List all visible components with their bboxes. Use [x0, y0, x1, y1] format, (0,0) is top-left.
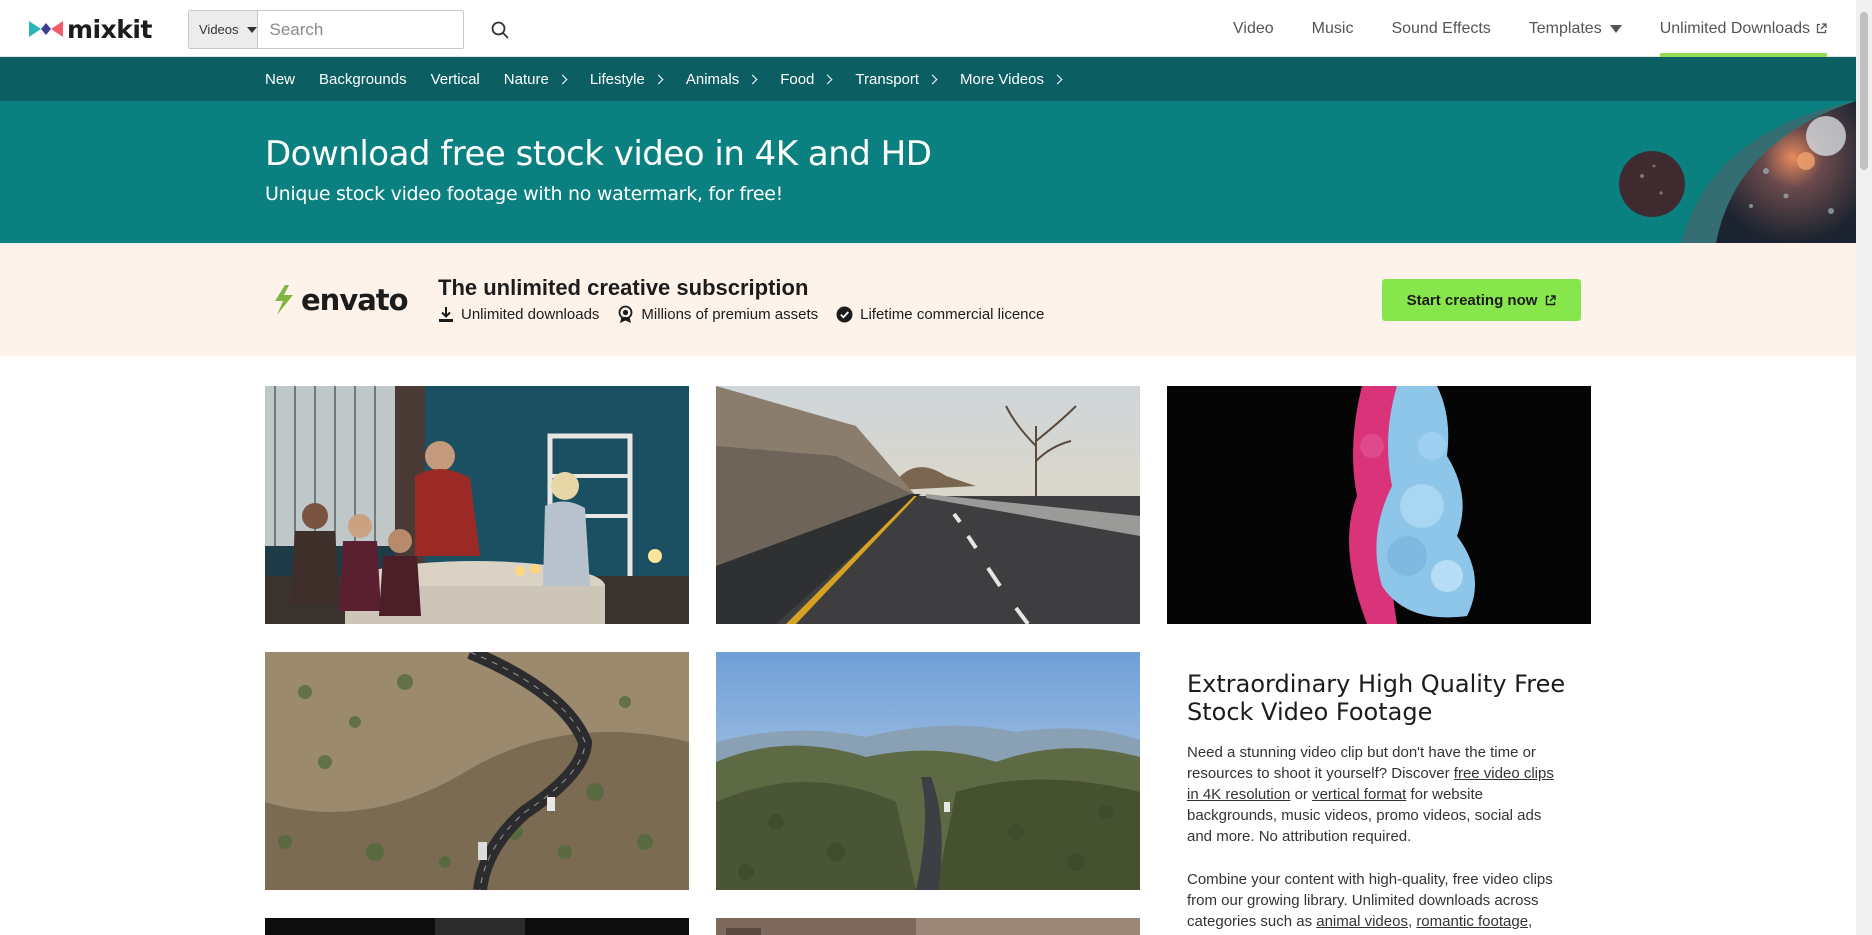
- article-title: Extraordinary High Quality Free Stock Vi…: [1187, 670, 1566, 726]
- logo-text: mixkit: [67, 14, 152, 44]
- category-label: More Videos: [960, 70, 1044, 88]
- check-badge-icon: [836, 306, 853, 323]
- search-category-label: Videos: [199, 22, 239, 37]
- nav-sound-effects[interactable]: Sound Effects: [1391, 0, 1490, 57]
- promo-features: Unlimited downloads Millions of premium …: [438, 305, 1044, 324]
- search-input[interactable]: [257, 11, 491, 48]
- partial-video-image: [265, 918, 689, 935]
- search-button[interactable]: [491, 11, 509, 48]
- download-icon: [439, 307, 453, 322]
- feature-label: Unlimited downloads: [461, 306, 600, 323]
- hero-title: Download free stock video in 4K and HD: [265, 134, 932, 174]
- envato-leaf-icon: [275, 285, 293, 315]
- category-label: Animals: [685, 70, 740, 88]
- nav-sound-effects-label: Sound Effects: [1391, 19, 1491, 37]
- category-label: Nature: [503, 70, 549, 88]
- category-vertical[interactable]: Vertical: [431, 71, 480, 88]
- hero-decorative-image: [1619, 101, 1856, 243]
- nav-video[interactable]: Video: [1233, 0, 1274, 57]
- search-icon: [491, 21, 508, 38]
- envato-promo-banner: envato The unlimited creative subscripti…: [0, 243, 1856, 356]
- video-thumbnail-ink-in-water[interactable]: [1167, 386, 1591, 624]
- nav-music[interactable]: Music: [1312, 0, 1354, 57]
- category-label: Food: [780, 70, 815, 88]
- category-nature[interactable]: Nature: [503, 70, 568, 88]
- article-paragraph: Combine your content with high-quality, …: [1187, 869, 1567, 932]
- link-vertical-format[interactable]: vertical format: [1312, 786, 1406, 803]
- family-dinner-image: [265, 386, 689, 624]
- seo-article: Extraordinary High Quality Free Stock Vi…: [1187, 670, 1567, 932]
- chevron-right-icon: [747, 74, 758, 84]
- nav-music-label: Music: [1311, 19, 1354, 37]
- nav-unlimited-downloads-label: Unlimited Downloads: [1659, 19, 1810, 37]
- category-label: Transport: [855, 70, 920, 88]
- promo-title: The unlimited creative subscription: [438, 275, 809, 300]
- video-thumbnail-highway-road[interactable]: [716, 386, 1140, 624]
- article-paragraph: Need a stunning video clip but don't hav…: [1187, 742, 1567, 847]
- feature-commercial-licence: Lifetime commercial licence: [836, 305, 1044, 324]
- feature-unlimited-downloads: Unlimited downloads: [438, 305, 599, 324]
- nav-unlimited-downloads[interactable]: Unlimited Downloads: [1659, 0, 1828, 57]
- feature-label: Millions of premium assets: [641, 306, 819, 323]
- chevron-right-icon: [557, 74, 568, 84]
- page-scrollbar[interactable]: [1856, 0, 1872, 935]
- partial-video-image: [716, 918, 1140, 935]
- start-creating-button[interactable]: Start creating now: [1382, 279, 1581, 321]
- category-bar: New Backgrounds Vertical Nature Lifestyl…: [0, 57, 1856, 101]
- video-thumbnail-aerial-valley-highway[interactable]: [716, 652, 1140, 890]
- top-header: mixkit Videos Video Music Sound Effects …: [0, 0, 1856, 57]
- external-link-icon: [1816, 23, 1827, 34]
- chevron-right-icon: [1052, 74, 1063, 84]
- caret-down-icon: [1609, 24, 1622, 33]
- nav-video-label: Video: [1233, 19, 1274, 37]
- category-animals[interactable]: Animals: [685, 70, 758, 88]
- envato-logo-text: envato: [301, 283, 409, 317]
- hero-banner: Download free stock video in 4K and HD U…: [0, 101, 1856, 243]
- hero-subtitle: Unique stock video footage with no water…: [265, 183, 783, 205]
- search-category-select[interactable]: Videos: [189, 11, 258, 48]
- article-text: or: [1290, 786, 1313, 803]
- category-backgrounds[interactable]: Backgrounds: [319, 71, 407, 88]
- aerial-valley-highway-image: [716, 652, 1140, 890]
- aerial-mountain-road-image: [265, 652, 689, 890]
- feature-label: Lifetime commercial licence: [860, 306, 1045, 323]
- category-label: New: [265, 70, 296, 88]
- video-thumbnail-family-dinner[interactable]: [265, 386, 689, 624]
- nav-templates-label: Templates: [1528, 19, 1602, 37]
- chevron-right-icon: [927, 74, 938, 84]
- search-bar: Videos: [188, 10, 508, 49]
- category-label: Lifestyle: [589, 70, 645, 88]
- category-label: Backgrounds: [319, 70, 407, 88]
- chevron-right-icon: [653, 74, 664, 84]
- nav-templates[interactable]: Templates: [1529, 0, 1622, 57]
- category-lifestyle[interactable]: Lifestyle: [589, 70, 664, 88]
- ink-in-water-image: [1167, 386, 1591, 624]
- category-more-videos[interactable]: More Videos: [960, 70, 1063, 88]
- feature-premium-assets: Millions of premium assets: [617, 305, 818, 324]
- category-food[interactable]: Food: [780, 70, 833, 88]
- highway-road-image: [716, 386, 1140, 624]
- mixkit-logo-mark-icon: [29, 21, 63, 37]
- award-icon: [619, 305, 633, 323]
- envato-logo[interactable]: envato: [271, 283, 409, 317]
- video-thumbnail-partial[interactable]: [265, 918, 689, 935]
- link-animal-videos[interactable]: animal videos: [1316, 913, 1408, 930]
- start-creating-label: Start creating now: [1406, 291, 1538, 309]
- video-thumbnail-partial[interactable]: [716, 918, 1140, 935]
- link-romantic-footage[interactable]: romantic footage: [1416, 913, 1528, 930]
- main-nav: Video Music Sound Effects Templates Unli…: [1195, 0, 1828, 57]
- video-thumbnail-aerial-mountain-road[interactable]: [265, 652, 689, 890]
- category-label: Vertical: [430, 70, 480, 88]
- category-new[interactable]: New: [265, 71, 295, 88]
- mixkit-logo[interactable]: mixkit: [29, 15, 152, 43]
- category-transport[interactable]: Transport: [855, 70, 938, 88]
- caret-down-icon: [246, 26, 257, 33]
- article-text: ,: [1528, 913, 1533, 930]
- chevron-right-icon: [822, 74, 833, 84]
- scrollbar-thumb[interactable]: [1860, 12, 1868, 170]
- external-link-icon: [1546, 294, 1557, 305]
